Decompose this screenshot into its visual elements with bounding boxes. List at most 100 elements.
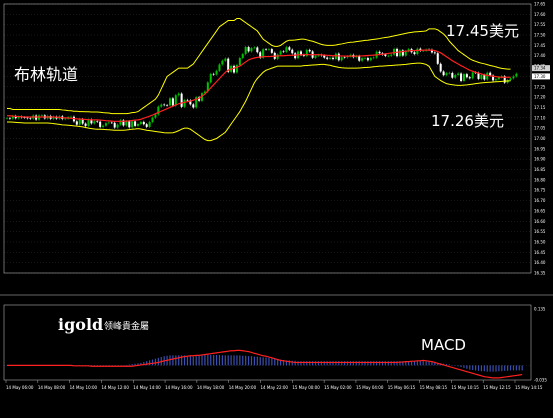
candle-body xyxy=(171,98,174,106)
candle-body xyxy=(102,125,105,127)
y-tick-label: 17.40 xyxy=(534,53,546,58)
x-tick-label: 14 May 06:00 xyxy=(6,385,34,390)
macd-bar xyxy=(230,355,232,366)
macd-bar xyxy=(495,365,497,372)
macd-bar xyxy=(192,356,194,366)
candle-body xyxy=(291,49,294,54)
candle-body xyxy=(209,73,212,83)
macd-bar xyxy=(509,365,512,371)
macd-bar xyxy=(463,365,465,368)
candle-body xyxy=(340,57,343,61)
candle-body xyxy=(134,121,137,126)
macd-bar xyxy=(373,361,375,366)
candle-body xyxy=(142,121,145,125)
x-tick-label: 15 May 08:15 xyxy=(420,385,448,390)
candle-body xyxy=(104,123,107,126)
macd-bar xyxy=(149,360,151,366)
candle-body xyxy=(148,121,151,127)
y-tick-label: 17.55 xyxy=(534,22,546,27)
candle-body xyxy=(139,121,142,125)
candle-body xyxy=(480,74,483,79)
macd-bar xyxy=(131,364,133,366)
candle-body xyxy=(218,64,221,71)
candle-body xyxy=(160,104,163,107)
macd-bar xyxy=(431,362,433,366)
macd-bar xyxy=(186,355,189,366)
candle-body xyxy=(372,57,375,59)
y-tick-label: 16.55 xyxy=(534,229,546,234)
macd-bar xyxy=(480,365,483,372)
candle-body xyxy=(460,73,463,81)
macd-bar xyxy=(384,361,386,366)
candle-body xyxy=(483,74,486,80)
candle-body xyxy=(390,54,393,56)
macd-bar xyxy=(335,361,337,366)
chart-background xyxy=(0,0,553,418)
candle-body xyxy=(235,65,238,73)
macd-bar xyxy=(312,361,314,366)
candle-body xyxy=(471,72,474,79)
x-tick-label: 14 May 10:00 xyxy=(70,385,98,390)
macd-bar xyxy=(475,365,477,371)
macd-bar xyxy=(329,361,331,366)
macd-bar xyxy=(314,361,317,366)
candle-body xyxy=(279,51,282,55)
candle-body xyxy=(329,57,332,59)
macd-bar xyxy=(512,365,515,371)
x-tick-label: 14 May 22:00 xyxy=(261,385,289,390)
candle-body xyxy=(343,57,346,58)
macd-bar xyxy=(393,361,395,366)
candle-body xyxy=(99,121,102,127)
x-tick-label: 15 May 12:15 xyxy=(483,385,511,390)
macd-bar xyxy=(151,359,154,366)
macd-bar xyxy=(245,355,247,366)
lower-band-annotation: 17.26美元 xyxy=(431,112,504,130)
candle-body xyxy=(5,118,9,119)
candle-body xyxy=(233,65,236,73)
candle-body xyxy=(267,49,270,50)
macd-bar xyxy=(381,361,384,366)
macd-bar xyxy=(515,365,517,371)
y-tick-label: 17.20 xyxy=(534,95,546,100)
macd-bar xyxy=(425,361,427,366)
macd-bar xyxy=(477,365,480,371)
macd-bar xyxy=(367,361,369,366)
macd-bar xyxy=(422,361,424,366)
candle-body xyxy=(433,52,436,54)
macd-bar xyxy=(213,354,215,366)
macd-bar xyxy=(242,355,244,366)
candle-body xyxy=(442,71,445,76)
macd-bar xyxy=(507,365,509,371)
macd-bar xyxy=(215,354,218,366)
macd-bar xyxy=(256,356,258,366)
candle-body xyxy=(265,49,268,50)
candle-body xyxy=(288,47,291,50)
candle-body xyxy=(462,74,465,81)
macd-bar xyxy=(378,361,381,366)
candle-body xyxy=(180,93,183,107)
candle-body xyxy=(369,58,372,61)
candle-body xyxy=(439,63,442,72)
candle-body xyxy=(308,49,311,52)
candle-body xyxy=(166,105,169,106)
macd-bar xyxy=(253,356,256,366)
x-tick-label: 14 May 08:00 xyxy=(38,385,66,390)
candle-body xyxy=(256,47,259,53)
y-tick-label: 16.85 xyxy=(534,167,546,172)
candle-body xyxy=(241,54,244,59)
x-tick-label: 14 May 20:00 xyxy=(229,385,257,390)
candle-body xyxy=(331,57,335,60)
x-tick-label: 15 May 00:00 xyxy=(292,385,320,390)
candle-body xyxy=(221,60,224,65)
macd-bar xyxy=(323,361,325,366)
y-tick-label: 16.45 xyxy=(534,250,546,255)
macd-bar xyxy=(352,361,354,366)
y-tick-label: 16.35 xyxy=(534,271,546,276)
macd-bar xyxy=(297,361,299,366)
macd-bar xyxy=(175,355,177,366)
upper-band-annotation: 17.45美元 xyxy=(446,22,519,40)
macd-bar xyxy=(349,361,352,366)
candle-body xyxy=(192,104,195,108)
macd-bar xyxy=(271,358,273,366)
candle-body xyxy=(145,124,148,127)
